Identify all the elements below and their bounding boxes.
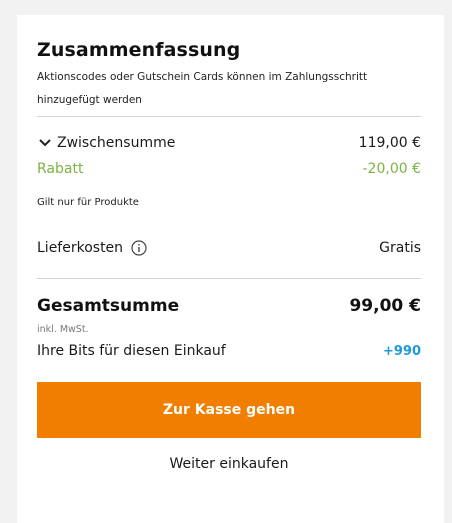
bits-label: Ihre Bits für diesen Einkauf	[37, 343, 226, 359]
continue-shopping-link[interactable]: Weiter einkaufen	[37, 456, 421, 472]
bits-value: +990	[382, 343, 421, 359]
total-label: Gesamtsumme	[37, 296, 180, 316]
divider	[37, 116, 421, 117]
discount-value: -20,00 €	[362, 161, 422, 177]
subtotal-value: 119,00 €	[358, 135, 421, 151]
subtotal-toggle[interactable]: Zwischensumme	[37, 135, 175, 151]
checkout-button[interactable]: Zur Kasse gehen	[37, 382, 421, 438]
shipping-label: Lieferkosten	[37, 240, 124, 256]
total-value: 99,00 €	[349, 296, 421, 316]
tax-note: inkl. MwSt.	[37, 324, 89, 335]
total-row: Gesamtsumme 99,00 €	[37, 296, 421, 316]
discount-row: Rabatt -20,00 €	[37, 161, 421, 177]
divider	[37, 278, 421, 279]
shipping-row: Lieferkosten Gratis	[37, 240, 421, 256]
tax-note-row: inkl. MwSt.	[37, 324, 421, 335]
subtotal-row[interactable]: Zwischensumme 119,00 €	[37, 135, 421, 151]
discount-note-row: Gilt nur für Produkte	[37, 197, 421, 208]
order-summary-card: Zusammenfassung Aktionscodes oder Gutsch…	[17, 15, 444, 523]
info-icon[interactable]	[131, 240, 147, 256]
summary-subtitle: Aktionscodes oder Gutschein Cards können…	[37, 71, 368, 106]
shipping-value: Gratis	[379, 240, 421, 256]
discount-note: Gilt nur für Produkte	[37, 197, 139, 208]
subtotal-label: Zwischensumme	[57, 135, 176, 151]
chevron-down-icon	[39, 139, 51, 147]
summary-title: Zusammenfassung	[37, 39, 241, 61]
bits-row: Ihre Bits für diesen Einkauf +990	[37, 343, 421, 359]
discount-label: Rabatt	[37, 161, 84, 177]
